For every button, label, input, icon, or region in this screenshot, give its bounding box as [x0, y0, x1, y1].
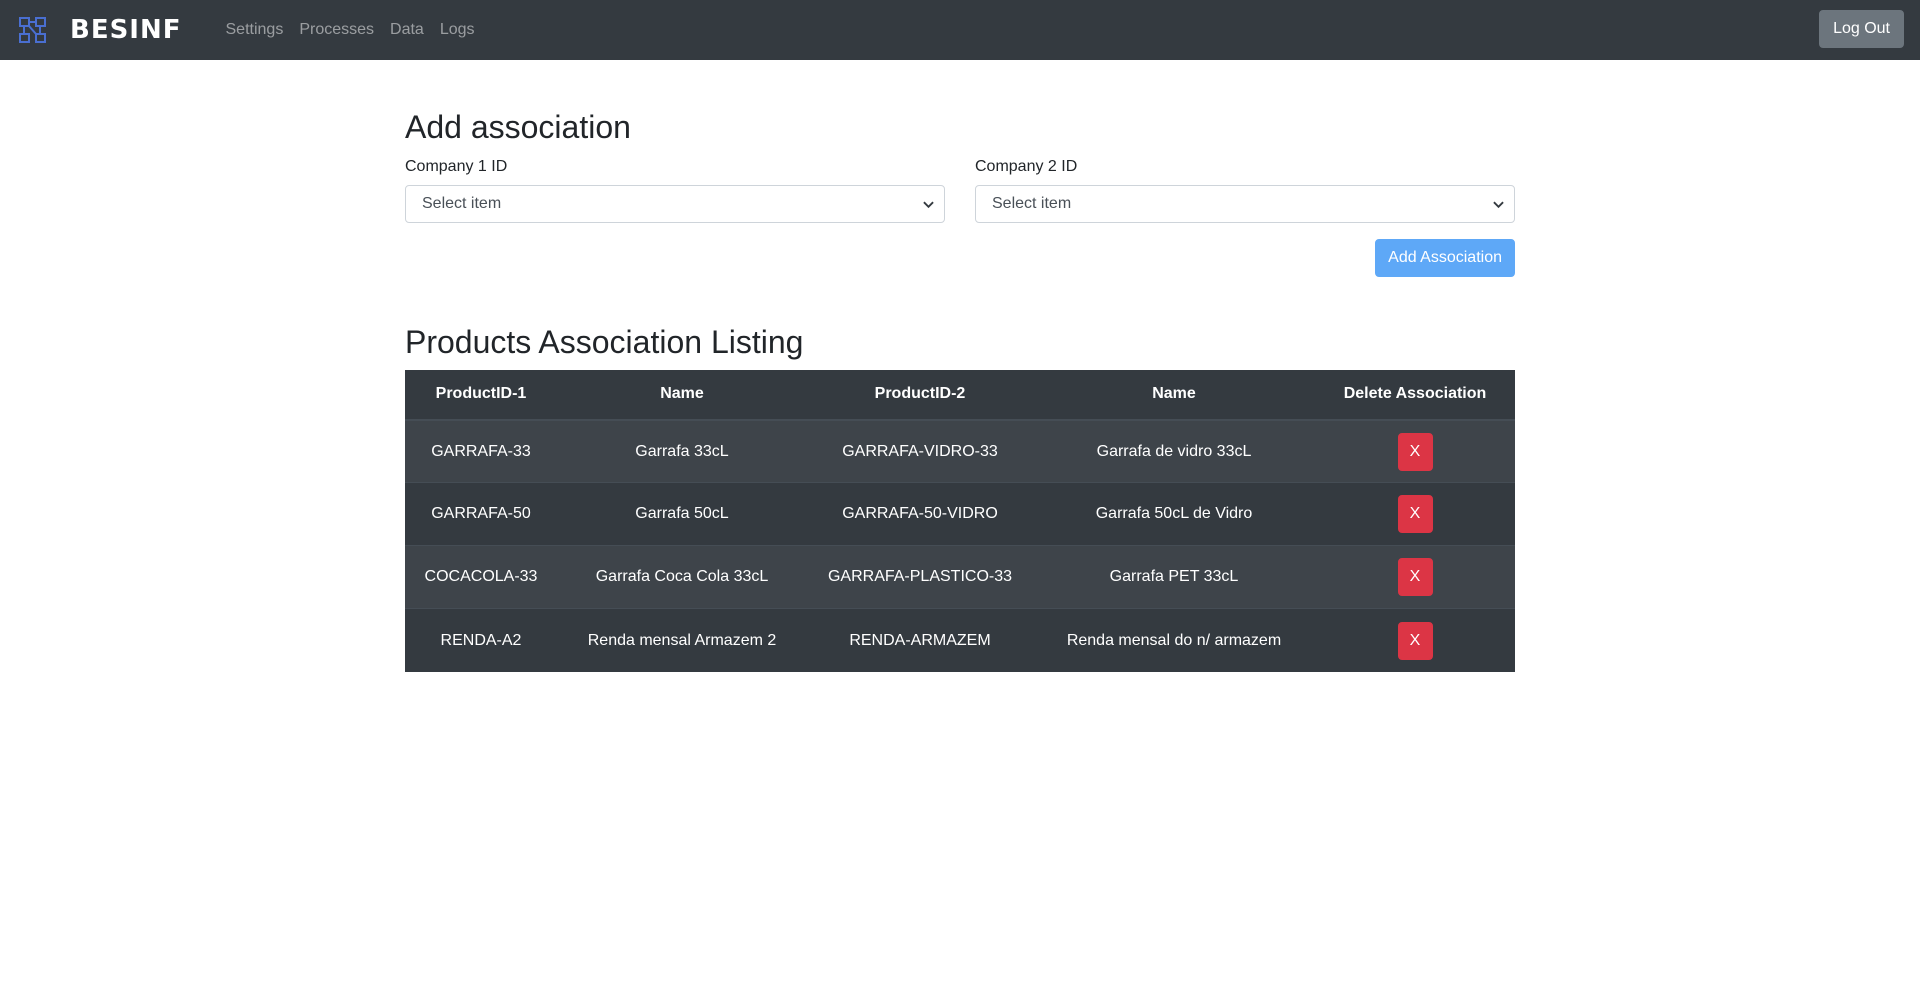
table-row: RENDA-A2 Renda mensal Armazem 2 RENDA-AR…: [405, 608, 1515, 672]
nav-link-data[interactable]: Data: [382, 13, 432, 47]
cell-product2: GARRAFA-PLASTICO-33: [807, 545, 1033, 609]
table-header-row: ProductID-1 Name ProductID-2 Name Delete…: [405, 369, 1515, 421]
column-header-name-2: Name: [1033, 369, 1315, 421]
cell-product2: GARRAFA-VIDRO-33: [807, 419, 1033, 483]
listing-title: Products Association Listing: [405, 324, 804, 361]
main-content: Add association Company 1 ID Select item…: [405, 60, 1515, 672]
cell-product1: GARRAFA-33: [405, 419, 557, 483]
cell-name1: Garrafa 50cL: [557, 482, 807, 546]
cell-name1: Renda mensal Armazem 2: [557, 608, 807, 672]
column-header-name-1: Name: [557, 369, 807, 421]
nav-links: Settings Processes Data Logs: [226, 13, 483, 47]
cell-product1: RENDA-A2: [405, 608, 557, 672]
company1-select[interactable]: Select item: [405, 185, 945, 224]
cell-delete: X: [1315, 608, 1515, 672]
top-navbar: BESINF Settings Processes Data Logs Log …: [0, 0, 1920, 60]
nav-link-processes[interactable]: Processes: [291, 13, 382, 47]
column-header-productid-2: ProductID-2: [807, 369, 1033, 421]
association-table: ProductID-1 Name ProductID-2 Name Delete…: [405, 369, 1515, 672]
cell-product1: COCACOLA-33: [405, 545, 557, 609]
company-select-row: Company 1 ID Select item Company 2 ID Se…: [405, 158, 1515, 224]
add-button-row: Add Association: [405, 239, 1515, 278]
cell-name2: Renda mensal do n/ armazem: [1033, 608, 1315, 672]
cell-product2: GARRAFA-50-VIDRO: [807, 482, 1033, 546]
add-association-title: Add association: [405, 109, 631, 145]
cell-name1: Garrafa 33cL: [557, 419, 807, 483]
chevron-down-icon: [923, 201, 934, 209]
company2-selected-value: Select item: [992, 195, 1072, 213]
nav-link-logs[interactable]: Logs: [432, 13, 483, 47]
company2-group: Company 2 ID Select item: [975, 158, 1515, 224]
company2-label: Company 2 ID: [975, 158, 1078, 176]
delete-association-button[interactable]: X: [1397, 432, 1433, 471]
cell-name2: Garrafa PET 33cL: [1033, 545, 1315, 609]
table-row: GARRAFA-50 Garrafa 50cL GARRAFA-50-VIDRO…: [405, 482, 1515, 546]
cell-name1: Garrafa Coca Cola 33cL: [557, 545, 807, 609]
delete-association-button[interactable]: X: [1397, 621, 1433, 660]
company1-group: Company 1 ID Select item: [405, 158, 945, 224]
company1-selected-value: Select item: [422, 195, 502, 213]
cell-delete: X: [1315, 545, 1515, 609]
nav-link-settings[interactable]: Settings: [226, 13, 292, 47]
table-row: COCACOLA-33 Garrafa Coca Cola 33cL GARRA…: [405, 545, 1515, 609]
add-association-button[interactable]: Add Association: [1375, 239, 1515, 278]
column-header-delete: Delete Association: [1315, 369, 1515, 421]
cell-delete: X: [1315, 419, 1515, 483]
cell-name2: Garrafa 50cL de Vidro: [1033, 482, 1315, 546]
brand-logo[interactable]: BESINF: [70, 15, 182, 45]
column-header-productid-1: ProductID-1: [405, 369, 557, 421]
table-row: GARRAFA-33 Garrafa 33cL GARRAFA-VIDRO-33…: [405, 419, 1515, 483]
delete-association-button[interactable]: X: [1397, 495, 1433, 534]
cell-product1: GARRAFA-50: [405, 482, 557, 546]
network-nodes-icon[interactable]: [18, 15, 48, 45]
cell-name2: Garrafa de vidro 33cL: [1033, 419, 1315, 483]
chevron-down-icon: [1493, 201, 1504, 209]
cell-product2: RENDA-ARMAZEM: [807, 608, 1033, 672]
company1-label: Company 1 ID: [405, 158, 508, 176]
company2-select[interactable]: Select item: [975, 185, 1515, 224]
logout-button[interactable]: Log Out: [1819, 10, 1904, 48]
delete-association-button[interactable]: X: [1397, 558, 1433, 597]
cell-delete: X: [1315, 482, 1515, 546]
